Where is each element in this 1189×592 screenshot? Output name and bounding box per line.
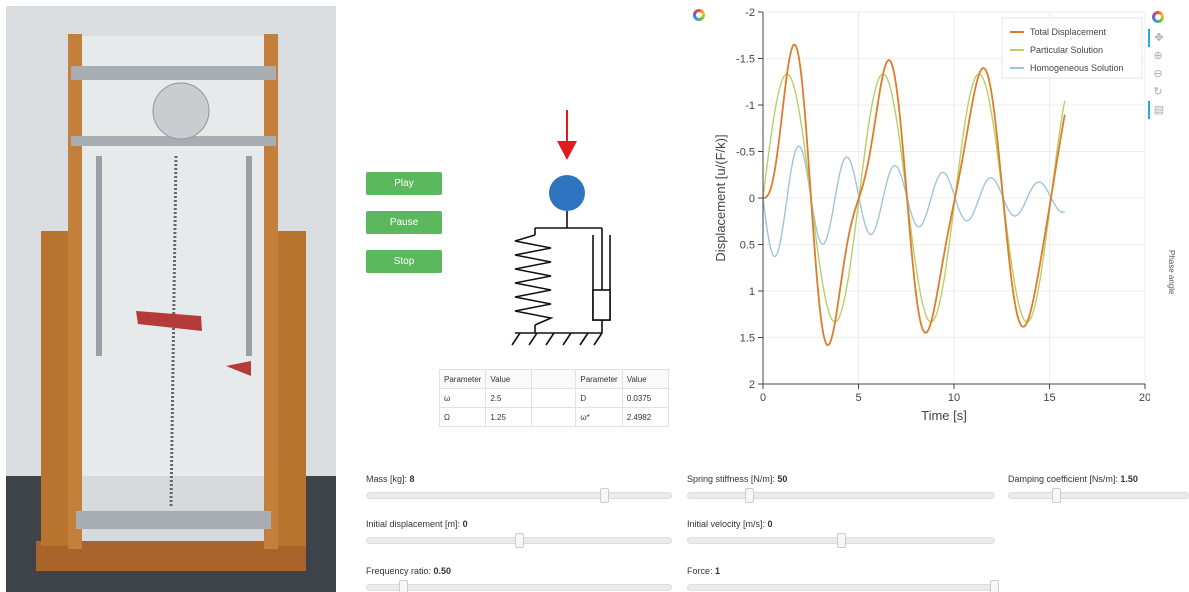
y-tick-label: 1.5 (740, 333, 755, 345)
table-header-cell: Parameter (438, 369, 487, 389)
slider-handle[interactable] (1051, 488, 1061, 503)
table-cell (531, 407, 577, 427)
x-tick-label: 15 (1043, 392, 1055, 404)
slider-label: Initial displacement [m]: 0 (366, 519, 468, 529)
slider-track[interactable] (366, 488, 672, 503)
table-row: Ω 1.25 ω* 2.4982 (438, 407, 669, 427)
experiment-photo-drawing (6, 6, 336, 592)
table-cell: 2.4982 (621, 407, 669, 427)
initial-velocity-slider[interactable]: Initial velocity [m/s]: 0 (687, 519, 995, 548)
displacement-plot: 0 5 10 15 20 -2 -1.5 -1 -0.5 0 0.5 1 1.5 2 Time [s] Dis… (713, 7, 1150, 423)
y-tick-label: -1 (745, 100, 755, 112)
frequency-ratio-slider[interactable]: Frequency ratio: 0.50 (366, 566, 672, 592)
table-cell: ω* (575, 407, 623, 427)
slider-label: Damping coefficient [Ns/m]: 1.50 (1008, 474, 1138, 484)
initial-displacement-slider[interactable]: Initial displacement [m]: 0 (366, 519, 672, 548)
table-cell: 0.0375 (621, 388, 669, 408)
y-tick-label: 0 (749, 193, 755, 205)
x-axis-label: Time [s] (921, 408, 967, 423)
x-tick-label: 20 (1139, 392, 1150, 404)
spring-damper-icon (511, 211, 611, 346)
x-tick-label: 0 (760, 392, 766, 404)
y-axis-label: Displacement [u/(F/k)] (713, 134, 728, 261)
slider-handle[interactable] (745, 488, 755, 503)
mass-spring-damper-diagram (511, 110, 611, 346)
plot-toolbar: ✥ ⊕ ⊖ ↻ ▤ (1148, 8, 1170, 119)
play-button[interactable]: Play (366, 172, 442, 195)
table-cell: D (575, 388, 623, 408)
slider-track[interactable] (687, 580, 999, 592)
legend-entry: Particular Solution (1030, 45, 1103, 55)
slider-track[interactable] (687, 533, 995, 548)
slider-label: Initial velocity [m/s]: 0 (687, 519, 773, 529)
x-tick-label: 5 (855, 392, 861, 404)
y-tick-label: 2 (749, 379, 755, 391)
table-header-row: Parameter Value Parameter Value (438, 369, 669, 389)
phase-angle-label: Phase angle (1167, 250, 1176, 295)
y-tick-label: -1.5 (736, 54, 755, 66)
table-cell: 1.25 (485, 407, 533, 427)
x-tick-label: 10 (948, 392, 960, 404)
plot-legend[interactable]: Total Displacement Particular Solution Hom… (1001, 17, 1143, 79)
y-tick-label: -0.5 (736, 147, 755, 159)
mass-ball-icon (549, 175, 585, 211)
force-arrow-icon (557, 110, 577, 160)
slider-track[interactable] (687, 488, 995, 503)
bokeh-logo-icon[interactable] (1148, 11, 1168, 29)
pause-button[interactable]: Pause (366, 211, 442, 234)
table-header-cell: Value (621, 369, 669, 389)
table-cell: Ω (438, 407, 487, 427)
box-zoom-tool-icon[interactable]: ⊕ (1148, 47, 1168, 65)
y-tick-label: 1 (749, 286, 755, 298)
slider-handle[interactable] (600, 488, 610, 503)
slider-track[interactable] (1008, 488, 1189, 503)
table-header-cell (531, 369, 577, 389)
stop-button[interactable]: Stop (366, 250, 442, 273)
wheel-zoom-tool-icon[interactable]: ⊖ (1148, 65, 1168, 83)
force-slider[interactable]: Force: 1 (687, 566, 999, 592)
slider-handle[interactable] (399, 580, 409, 592)
legend-entry: Total Displacement (1030, 27, 1107, 37)
slider-track[interactable] (366, 580, 672, 592)
legend-entry: Homogeneous Solution (1030, 63, 1124, 73)
slider-label: Spring stiffness [N/m]: 50 (687, 474, 788, 484)
table-header-cell: Parameter (575, 369, 623, 389)
y-tick-label: 0.5 (740, 240, 755, 252)
damping-coefficient-slider[interactable]: Damping coefficient [Ns/m]: 1.50 (1008, 474, 1189, 503)
table-row: ω 2.5 D 0.0375 (438, 388, 669, 408)
table-header-cell: Value (485, 369, 533, 389)
y-tick-label: -2 (745, 7, 755, 19)
parameter-table: Parameter Value Parameter Value ω 2.5 D … (438, 369, 669, 427)
slider-handle[interactable] (515, 533, 524, 548)
slider-label: Mass [kg]: 8 (366, 474, 415, 484)
save-tool-icon[interactable]: ▤ (1148, 101, 1168, 119)
slider-handle[interactable] (990, 580, 999, 592)
app-root: Play Pause Stop Parameter Value Paramete… (0, 0, 1189, 592)
mass-slider[interactable]: Mass [kg]: 8 (366, 474, 672, 503)
slider-label: Frequency ratio: 0.50 (366, 566, 452, 576)
table-cell (531, 388, 577, 408)
spring-stiffness-slider[interactable]: Spring stiffness [N/m]: 50 (687, 474, 995, 503)
table-cell: 2.5 (485, 388, 533, 408)
reset-tool-icon[interactable]: ↻ (1148, 83, 1168, 101)
slider-handle[interactable] (837, 533, 846, 548)
slider-track[interactable] (366, 533, 672, 548)
pan-tool-icon[interactable]: ✥ (1148, 29, 1168, 47)
slider-label: Force: 1 (687, 566, 721, 576)
experiment-photo (6, 6, 336, 592)
table-cell: ω (438, 388, 487, 408)
